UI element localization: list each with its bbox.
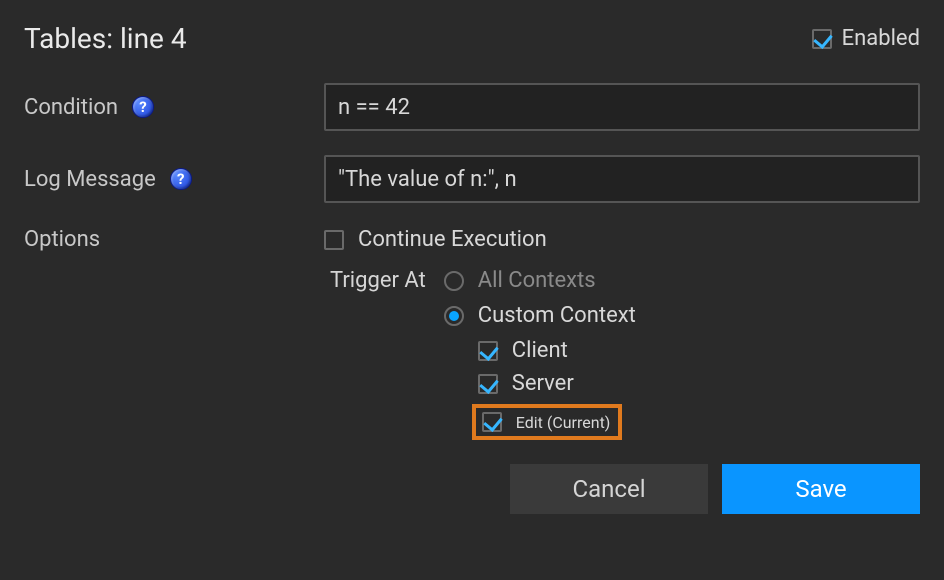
dialog-title: Tables: line 4 — [24, 22, 187, 55]
context-edit-label: Edit (Current) — [516, 413, 611, 432]
log-message-label-col: Log Message ? — [24, 167, 324, 192]
custom-context-list: Client Server Edit (Current) — [444, 338, 636, 440]
continue-execution-row[interactable]: Continue Execution — [324, 227, 920, 252]
context-server-label: Server — [512, 371, 574, 396]
dialog-header: Tables: line 4 Enabled — [24, 22, 920, 55]
context-client-row[interactable]: Client — [478, 338, 636, 363]
options-label-col: Options — [24, 227, 324, 252]
log-message-row: Log Message ? — [24, 155, 920, 203]
radio-custom-context-button[interactable] — [444, 306, 464, 326]
condition-input[interactable] — [324, 83, 920, 131]
log-message-input-col — [324, 155, 920, 203]
options-block: Continue Execution Trigger At All Contex… — [324, 227, 920, 440]
enabled-label: Enabled — [842, 26, 920, 51]
radio-custom-context-label: Custom Context — [478, 303, 636, 328]
enabled-checkbox[interactable] — [812, 29, 832, 49]
context-server-checkbox[interactable] — [478, 374, 498, 394]
condition-row: Condition ? — [24, 83, 920, 131]
context-edit-highlight: Edit (Current) — [472, 404, 623, 440]
options-row: Options Continue Execution Trigger At Al… — [24, 227, 920, 440]
help-icon[interactable]: ? — [170, 168, 192, 190]
trigger-at-block: Trigger At All Contexts Custom Context C… — [324, 268, 920, 440]
log-message-input[interactable] — [324, 155, 920, 203]
trigger-at-label: Trigger At — [330, 268, 426, 440]
context-client-checkbox[interactable] — [478, 341, 498, 361]
radio-all-contexts-button[interactable] — [444, 271, 464, 291]
log-message-label: Log Message — [24, 167, 156, 192]
save-button[interactable]: Save — [722, 464, 920, 514]
condition-input-col — [324, 83, 920, 131]
context-server-row[interactable]: Server — [478, 371, 636, 396]
continue-execution-checkbox[interactable] — [324, 230, 344, 250]
context-client-label: Client — [512, 338, 568, 363]
radio-custom-context[interactable]: Custom Context — [444, 303, 636, 328]
help-icon[interactable]: ? — [132, 96, 154, 118]
options-label: Options — [24, 227, 100, 252]
cancel-button[interactable]: Cancel — [510, 464, 708, 514]
enabled-toggle-group[interactable]: Enabled — [812, 26, 920, 51]
continue-execution-label: Continue Execution — [358, 227, 547, 252]
breakpoint-dialog: Tables: line 4 Enabled Condition ? Log M… — [0, 0, 944, 532]
radio-all-contexts[interactable]: All Contexts — [444, 268, 636, 293]
condition-label: Condition — [24, 95, 118, 120]
radio-all-contexts-label: All Contexts — [478, 268, 596, 293]
context-edit-checkbox[interactable] — [482, 412, 502, 432]
dialog-buttons: Cancel Save — [24, 464, 920, 514]
condition-label-col: Condition ? — [24, 95, 324, 120]
trigger-at-options: All Contexts Custom Context Client — [444, 268, 636, 440]
